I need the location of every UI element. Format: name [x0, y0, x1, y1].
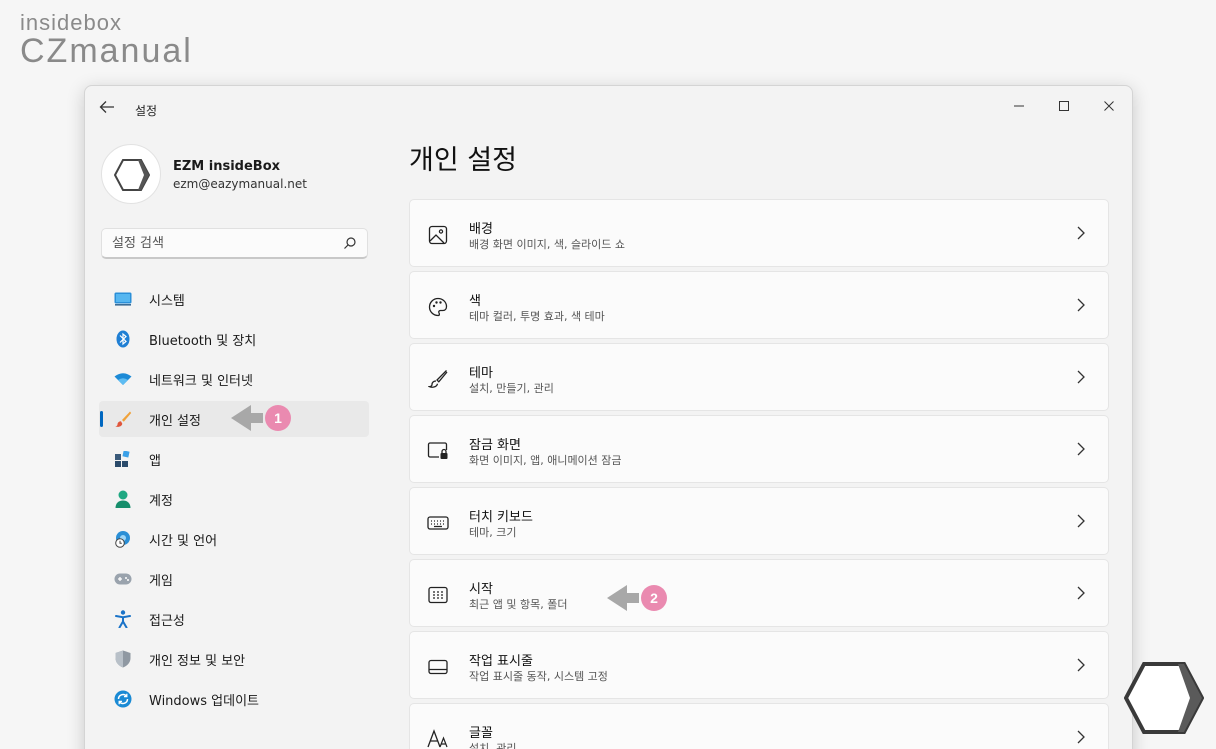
card-subtitle: 작업 표시줄 동작, 시스템 고정 — [469, 670, 608, 683]
taskbar-icon — [427, 656, 449, 678]
profile-email: ezm@eazymanual.net — [173, 177, 307, 191]
brand-logo-icon — [1123, 660, 1205, 736]
search-box[interactable] — [101, 228, 368, 259]
sidebar-nav: 시스템 Bluetooth 및 장치 네트워크 및 인터넷 개인 설정 앱 계정… — [99, 281, 369, 721]
annotation-arrow-icon — [231, 405, 251, 431]
sidebar-item-bluetooth[interactable]: Bluetooth 및 장치 — [99, 321, 369, 357]
chevron-right-icon — [1076, 369, 1088, 385]
card-background[interactable]: 배경 배경 화면 이미지, 색, 슬라이드 쇼 — [409, 199, 1109, 267]
card-title: 테마 — [469, 366, 493, 381]
sidebar-item-system[interactable]: 시스템 — [99, 281, 369, 317]
chevron-right-icon — [1076, 585, 1088, 601]
sidebar-item-gaming[interactable]: 게임 — [99, 561, 369, 597]
sidebar-item-label: 개인 정보 및 보안 — [149, 653, 246, 669]
card-lock-screen[interactable]: 잠금 화면 화면 이미지, 앱, 애니메이션 잠금 — [409, 415, 1109, 483]
sidebar-item-label: 앱 — [149, 453, 161, 469]
bluetooth-icon — [113, 329, 133, 349]
lock-screen-icon — [427, 440, 449, 462]
chevron-right-icon — [1076, 441, 1088, 457]
card-subtitle: 설치, 관리 — [469, 742, 517, 749]
annotation-badge: 2 — [641, 585, 667, 611]
card-title: 배경 — [469, 222, 493, 237]
card-subtitle: 최근 앱 및 항목, 폴더 — [469, 598, 568, 611]
search-icon[interactable] — [343, 235, 357, 254]
close-button[interactable] — [1087, 94, 1131, 122]
card-subtitle: 배경 화면 이미지, 색, 슬라이드 쇼 — [469, 238, 626, 251]
palette-icon — [427, 296, 449, 318]
sidebar-item-privacy-security[interactable]: 개인 정보 및 보안 — [99, 641, 369, 677]
sidebar-item-accessibility[interactable]: 접근성 — [99, 601, 369, 637]
annotation-step-2: 2 — [607, 585, 667, 611]
monitor-icon — [113, 289, 133, 309]
watermark: insidebox CZmanual — [20, 10, 193, 71]
sidebar-item-apps[interactable]: 앱 — [99, 441, 369, 477]
card-color[interactable]: 색 테마 컬러, 투명 효과, 색 테마 — [409, 271, 1109, 339]
wifi-icon — [113, 369, 133, 389]
watermark-line2: CZmanual — [20, 32, 193, 70]
sidebar-item-label: 네트워크 및 인터넷 — [149, 373, 253, 389]
card-themes[interactable]: 테마 설치, 만들기, 관리 — [409, 343, 1109, 411]
card-title: 작업 표시줄 — [469, 654, 533, 669]
sidebar-item-label: 시간 및 언어 — [149, 533, 218, 549]
shield-icon — [113, 649, 133, 669]
annotation-step-1: 1 — [231, 405, 291, 431]
card-title: 잠금 화면 — [469, 438, 521, 453]
sidebar-item-network[interactable]: 네트워크 및 인터넷 — [99, 361, 369, 397]
back-arrow-icon[interactable] — [99, 99, 119, 117]
card-fonts[interactable]: 글꼴 설치, 관리 — [409, 703, 1109, 749]
brush-icon — [427, 368, 449, 390]
card-subtitle: 테마 컬러, 투명 효과, 색 테마 — [469, 310, 605, 323]
keyboard-icon — [427, 512, 449, 534]
person-icon — [113, 489, 133, 509]
sidebar-item-time-language[interactable]: 시간 및 언어 — [99, 521, 369, 557]
globe-clock-icon — [113, 529, 133, 549]
title-bar: 설정 — [85, 86, 1132, 126]
update-icon — [113, 689, 133, 709]
sidebar-item-label: 접근성 — [149, 613, 185, 629]
apps-icon — [113, 449, 133, 469]
sidebar-item-label: Windows 업데이트 — [149, 693, 260, 709]
profile-name: EZM insideBox — [173, 159, 281, 174]
chevron-right-icon — [1076, 513, 1088, 529]
chevron-right-icon — [1076, 729, 1088, 745]
sidebar-item-label: 게임 — [149, 573, 173, 589]
search-input[interactable] — [112, 229, 332, 257]
card-touch-keyboard[interactable]: 터치 키보드 테마, 크기 — [409, 487, 1109, 555]
card-title: 색 — [469, 294, 481, 309]
gamepad-icon — [113, 569, 133, 589]
card-title: 글꼴 — [469, 726, 493, 741]
settings-card-list: 배경 배경 화면 이미지, 색, 슬라이드 쇼 색 테마 컬러, 투명 효과, … — [409, 199, 1109, 749]
card-subtitle: 테마, 크기 — [469, 526, 517, 539]
page-title: 개인 설정 — [409, 145, 517, 176]
annotation-arrow-icon — [607, 585, 627, 611]
card-start[interactable]: 시작 최근 앱 및 항목, 폴더 — [409, 559, 1109, 627]
sidebar-item-label: 계정 — [149, 493, 173, 509]
avatar[interactable] — [101, 144, 161, 204]
card-taskbar[interactable]: 작업 표시줄 작업 표시줄 동작, 시스템 고정 — [409, 631, 1109, 699]
chevron-right-icon — [1076, 297, 1088, 313]
minimize-button[interactable] — [997, 94, 1041, 122]
chevron-right-icon — [1076, 657, 1088, 673]
card-title: 터치 키보드 — [469, 510, 533, 525]
maximize-button[interactable] — [1042, 94, 1086, 122]
font-icon — [427, 728, 449, 749]
card-title: 시작 — [469, 582, 493, 597]
sidebar-item-label: 시스템 — [149, 293, 185, 309]
annotation-badge: 1 — [265, 405, 291, 431]
brush-icon — [113, 409, 133, 429]
start-icon — [427, 584, 449, 606]
card-subtitle: 화면 이미지, 앱, 애니메이션 잠금 — [469, 454, 622, 467]
window-title: 설정 — [135, 104, 158, 118]
accessibility-icon — [113, 609, 133, 629]
image-icon — [427, 224, 449, 246]
chevron-right-icon — [1076, 225, 1088, 241]
sidebar-item-windows-update[interactable]: Windows 업데이트 — [99, 681, 369, 717]
sidebar-item-label: Bluetooth 및 장치 — [149, 333, 257, 349]
card-subtitle: 설치, 만들기, 관리 — [469, 382, 554, 395]
sidebar-item-label: 개인 설정 — [149, 413, 201, 429]
sidebar-item-accounts[interactable]: 계정 — [99, 481, 369, 517]
